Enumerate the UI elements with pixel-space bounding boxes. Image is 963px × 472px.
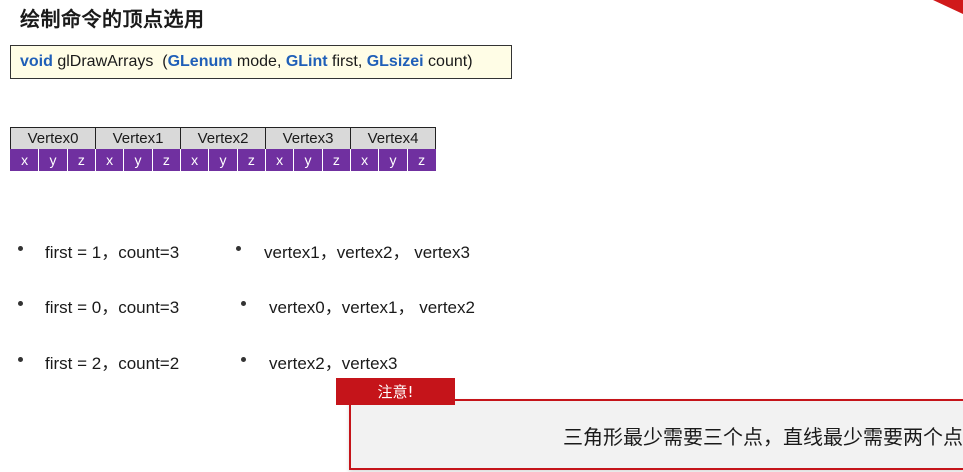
component-cell: z (321, 148, 351, 171)
note-box: 三角形最少需要三个点，直线最少需要两个点 (349, 399, 963, 470)
bullet-dot-icon (18, 246, 23, 251)
vertex-header-row: Vertex0 Vertex1 Vertex2 Vertex3 Vertex4 (10, 127, 436, 149)
param-count: count) (423, 53, 473, 70)
param-type-count: GLsizei (366, 53, 424, 70)
example-params: first = 1，count=3 (45, 243, 180, 262)
function-name: glDrawArrays ( (52, 53, 168, 70)
bullet-dot-icon (236, 246, 241, 251)
param-first: first, (327, 53, 367, 70)
component-cell: y (38, 148, 68, 171)
example-params: first = 2，count=2 (45, 354, 180, 373)
vertex-header: Vertex2 (180, 127, 266, 149)
function-signature: void glDrawArrays (GLenum mode, GLint fi… (10, 45, 512, 79)
example-result: vertex2，vertex3 (269, 354, 398, 373)
component-cell: x (94, 148, 124, 171)
param-type-mode: GLenum (167, 53, 233, 70)
param-type-first: GLint (285, 53, 328, 70)
component-cell: y (208, 148, 238, 171)
component-cell: x (264, 148, 294, 171)
vertex-header: Vertex1 (95, 127, 181, 149)
bullet-dot-icon (241, 301, 246, 306)
return-type: void (20, 53, 53, 70)
component-cell: z (236, 148, 266, 171)
component-cell: y (123, 148, 153, 171)
bullet-dot-icon (18, 357, 23, 362)
component-cell: x (179, 148, 209, 171)
component-cell: z (151, 148, 181, 171)
vertex-header: Vertex3 (265, 127, 351, 149)
note-text: 三角形最少需要三个点，直线最少需要两个点 (563, 425, 963, 449)
component-cell: x (349, 148, 379, 171)
component-cell: z (66, 148, 96, 171)
bullet-dot-icon (18, 301, 23, 306)
page-title: 绘制命令的顶点选用 (20, 7, 205, 31)
component-cell: y (293, 148, 323, 171)
note-label: 注意! (377, 383, 414, 401)
example-result: vertex1，vertex2， vertex3 (264, 243, 470, 262)
component-cell: y (378, 148, 408, 171)
component-cell: x (9, 148, 39, 171)
bullet-dot-icon (241, 357, 246, 362)
example-result: vertex0，vertex1， vertex2 (269, 298, 475, 317)
component-cell: z (406, 148, 436, 171)
param-mode: mode, (232, 53, 286, 70)
vertex-header: Vertex0 (10, 127, 96, 149)
vertex-layout-table: Vertex0 Vertex1 Vertex2 Vertex3 Vertex4 … (9, 127, 436, 171)
component-row: x y z x y z x y z x y z x y z (9, 148, 436, 171)
example-params: first = 0，count=3 (45, 298, 180, 317)
note-label-tab: 注意! (336, 378, 455, 405)
vertex-header: Vertex4 (350, 127, 436, 149)
corner-accent-shape (933, 0, 963, 14)
